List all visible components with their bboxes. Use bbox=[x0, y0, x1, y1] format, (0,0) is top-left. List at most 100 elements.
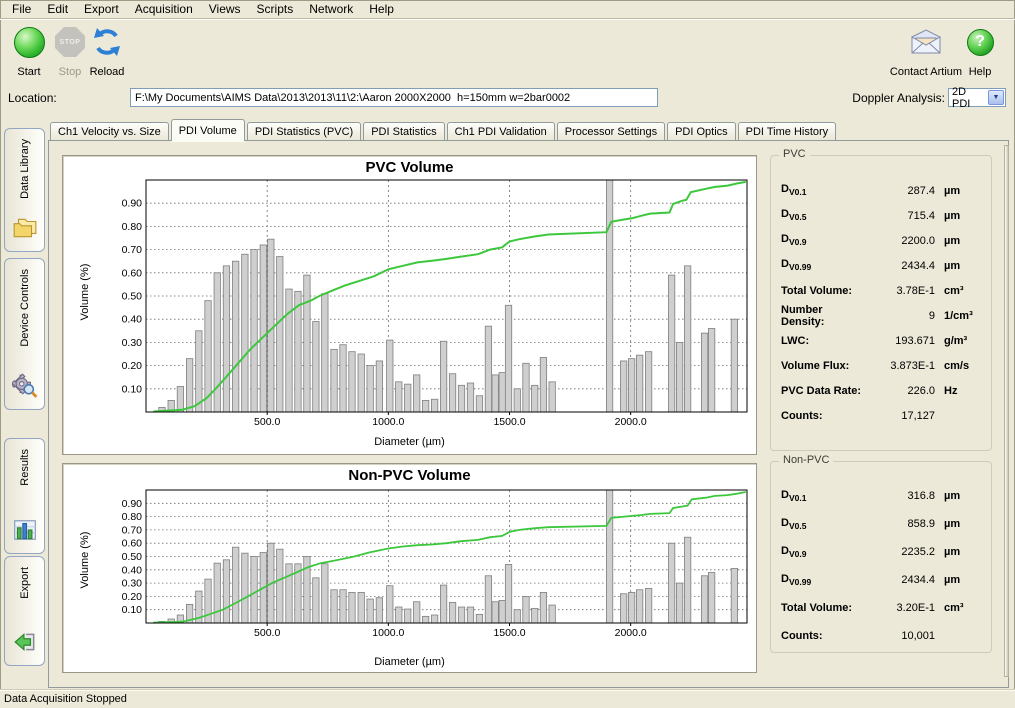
svg-text:0.30: 0.30 bbox=[122, 578, 143, 590]
tab-ch1-pdi-validation[interactable]: Ch1 PDI Validation bbox=[447, 122, 555, 141]
menu-acquisition[interactable]: Acquisition bbox=[127, 1, 201, 17]
pvc-stat-unit: cm/s bbox=[935, 360, 983, 372]
doppler-analysis-value: 2D PDI bbox=[949, 86, 987, 110]
nonpvc-stat-value: 3.20E-1 bbox=[869, 602, 935, 614]
reload-icon bbox=[84, 24, 130, 60]
tab-bar: Ch1 Velocity vs. SizePDI VolumePDI Stati… bbox=[50, 121, 838, 141]
pvc-stat-value: 715.4 bbox=[869, 210, 935, 222]
tab-pdi-time-history[interactable]: PDI Time History bbox=[738, 122, 837, 141]
svg-text:0.40: 0.40 bbox=[122, 564, 143, 576]
pvc-stat-value: 9 bbox=[869, 310, 935, 322]
location-bar: Location: Doppler Analysis: 2D PDI ▼ bbox=[0, 84, 1015, 113]
pvc-stat-row: Total Volume:3.78E-1cm³ bbox=[781, 278, 983, 303]
nonpvc-stat-unit: µm bbox=[935, 490, 983, 502]
pvc-stat-unit: g/m³ bbox=[935, 335, 983, 347]
svg-text:0.10: 0.10 bbox=[122, 604, 143, 616]
menu-help[interactable]: Help bbox=[361, 1, 402, 17]
nonpvc-stats-groupbox: Non-PVC DV0.1316.8µmDV0.5858.9µmDV0.9223… bbox=[770, 461, 992, 653]
application-window: { "menu": { "items": ["File", "Edit", "E… bbox=[0, 0, 1015, 708]
menu-scripts[interactable]: Scripts bbox=[249, 1, 302, 17]
doppler-analysis-label: Doppler Analysis: bbox=[790, 91, 945, 105]
pvc-stat-label: Counts: bbox=[781, 410, 869, 422]
pvc-stat-row: DV0.992434.4µm bbox=[781, 253, 983, 278]
sidebar-item-label: Results bbox=[19, 449, 31, 486]
nonpvc-stat-unit: µm bbox=[935, 546, 983, 558]
svg-text:1500.0: 1500.0 bbox=[493, 416, 525, 428]
nonpvc-stat-label: DV0.9 bbox=[781, 545, 869, 559]
nonpvc-chart-title: Non-PVC Volume bbox=[63, 467, 756, 484]
contact-artium-button[interactable]: Contact Artium bbox=[880, 24, 972, 78]
nonpvc-volume-plot: 0.100.200.300.400.500.600.700.800.90500.… bbox=[63, 488, 756, 646]
menu-edit[interactable]: Edit bbox=[39, 1, 76, 17]
sidebar-item-label: Data Library bbox=[19, 139, 31, 199]
nonpvc-stat-label: Total Volume: bbox=[781, 602, 869, 614]
pvc-stat-value: 2200.0 bbox=[869, 235, 935, 247]
pvc-stat-label: PVC Data Rate: bbox=[781, 385, 869, 397]
nonpvc-stat-label: DV0.99 bbox=[781, 573, 869, 587]
pvc-stat-unit: 1/cm³ bbox=[935, 310, 983, 322]
tab-pdi-statistics-pvc[interactable]: PDI Statistics (PVC) bbox=[247, 122, 361, 141]
svg-text:0.60: 0.60 bbox=[122, 267, 143, 279]
nonpvc-stat-row: Counts:10,001 bbox=[781, 622, 983, 650]
svg-text:0.80: 0.80 bbox=[122, 221, 143, 233]
pvc-stat-label: Volume Flux: bbox=[781, 360, 869, 372]
sidebar-item-export[interactable]: Export bbox=[4, 556, 45, 666]
tab-ch1-velocity-vs-size[interactable]: Ch1 Velocity vs. Size bbox=[50, 122, 169, 141]
location-input[interactable] bbox=[130, 88, 658, 107]
nonpvc-stat-value: 2434.4 bbox=[869, 574, 935, 586]
location-label: Location: bbox=[8, 91, 57, 105]
pvc-stat-value: 193.671 bbox=[869, 335, 935, 347]
nonpvc-stat-label: Counts: bbox=[781, 630, 869, 642]
chevron-down-icon: ▼ bbox=[988, 90, 1004, 105]
nonpvc-stat-unit: µm bbox=[935, 518, 983, 530]
sidebar-item-device-controls[interactable]: Device Controls bbox=[4, 258, 45, 410]
nonpvc-stat-unit: cm³ bbox=[935, 602, 983, 614]
stop-icon: STOP bbox=[55, 27, 85, 57]
pvc-stat-unit: µm bbox=[935, 260, 983, 272]
pvc-stat-label: DV0.1 bbox=[781, 183, 869, 197]
panel-splitter[interactable] bbox=[1004, 145, 1009, 677]
pvc-stat-label: LWC: bbox=[781, 335, 869, 347]
nonpvc-stat-value: 2235.2 bbox=[869, 546, 935, 558]
nonpvc-volume-chart-panel: Non-PVC Volume Volume (%) 0.100.200.300.… bbox=[62, 463, 757, 673]
pvc-stat-value: 226.0 bbox=[869, 385, 935, 397]
svg-text:2000.0: 2000.0 bbox=[615, 416, 647, 428]
menu-export[interactable]: Export bbox=[76, 1, 127, 17]
nonpvc-stat-value: 316.8 bbox=[869, 490, 935, 502]
nonpvc-chart-xlabel: Diameter (µm) bbox=[63, 656, 756, 668]
menu-file[interactable]: File bbox=[4, 1, 39, 17]
nonpvc-stat-row: DV0.992434.4µm bbox=[781, 566, 983, 594]
tab-pdi-statistics[interactable]: PDI Statistics bbox=[363, 122, 444, 141]
svg-text:0.50: 0.50 bbox=[122, 551, 143, 563]
folder-icon bbox=[12, 215, 38, 246]
tab-pdi-optics[interactable]: PDI Optics bbox=[667, 122, 736, 141]
menu-network[interactable]: Network bbox=[301, 1, 361, 17]
pvc-stat-row: Volume Flux:3.873E-1cm/s bbox=[781, 353, 983, 378]
svg-text:0.80: 0.80 bbox=[122, 511, 143, 523]
tab-pdi-volume[interactable]: PDI Volume bbox=[171, 119, 245, 141]
menu-bar: FileEditExportAcquisitionViewsScriptsNet… bbox=[0, 0, 1015, 19]
svg-text:0.20: 0.20 bbox=[122, 360, 143, 372]
reload-button[interactable]: Reload bbox=[84, 24, 130, 78]
svg-text:500.0: 500.0 bbox=[254, 416, 280, 428]
pvc-stat-value: 2434.4 bbox=[869, 260, 935, 272]
svg-text:500.0: 500.0 bbox=[254, 627, 280, 639]
pvc-stat-unit: µm bbox=[935, 185, 983, 197]
reload-button-label: Reload bbox=[84, 66, 130, 78]
pvc-stat-unit: Hz bbox=[935, 385, 983, 397]
pvc-volume-plot: 0.100.200.300.400.500.600.700.800.90500.… bbox=[63, 177, 756, 429]
tab-processor-settings[interactable]: Processor Settings bbox=[557, 122, 665, 141]
start-button[interactable]: Start bbox=[6, 24, 52, 78]
menu-views[interactable]: Views bbox=[201, 1, 249, 17]
svg-text:1500.0: 1500.0 bbox=[493, 627, 525, 639]
pvc-groupbox-title: PVC bbox=[779, 148, 810, 160]
sidebar-item-data-library[interactable]: Data Library bbox=[4, 128, 45, 252]
help-button[interactable]: ? Help bbox=[962, 24, 998, 78]
pvc-stat-unit: cm³ bbox=[935, 285, 983, 297]
nonpvc-stat-row: Total Volume:3.20E-1cm³ bbox=[781, 594, 983, 622]
svg-text:0.30: 0.30 bbox=[122, 337, 143, 349]
doppler-analysis-select[interactable]: 2D PDI ▼ bbox=[948, 88, 1006, 107]
sidebar-item-results[interactable]: Results bbox=[4, 438, 45, 554]
svg-text:0.10: 0.10 bbox=[122, 383, 143, 395]
svg-text:2000.0: 2000.0 bbox=[615, 627, 647, 639]
